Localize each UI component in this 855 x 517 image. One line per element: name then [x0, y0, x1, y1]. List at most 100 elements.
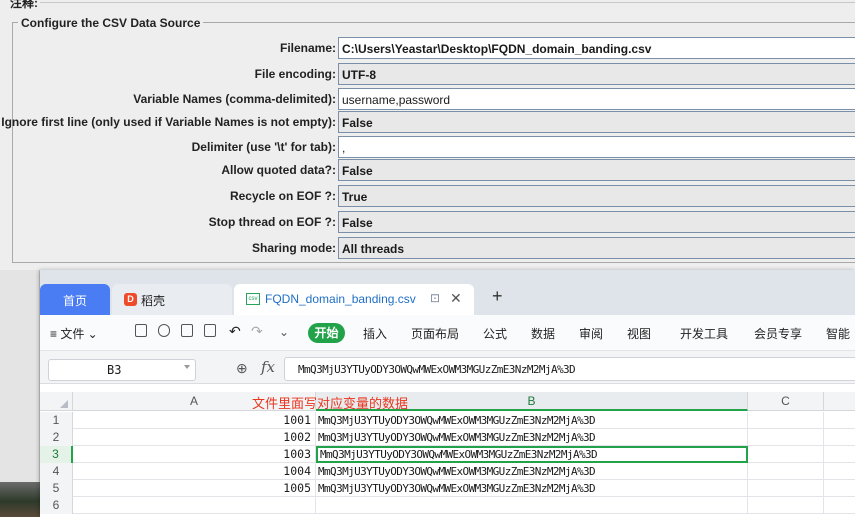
cell-c[interactable]: [748, 480, 824, 497]
ribbon-tab-insert[interactable]: 插入: [363, 325, 387, 342]
cell-c[interactable]: [748, 446, 824, 463]
cell-a[interactable]: 1005: [73, 480, 316, 497]
tab-home[interactable]: 首页: [40, 284, 110, 315]
cell-c[interactable]: [748, 429, 824, 446]
file-menu-button[interactable]: ≡ 文件 ⌄: [50, 325, 98, 342]
insert-function-icon[interactable]: fx: [261, 358, 275, 376]
document-tab-bar: 首页 D 稻壳 csv FQDN_domain_banding.csv ⊡ ✕ …: [40, 270, 855, 315]
recycle-on-eof-label: Recycle on EOF ?:: [229, 189, 336, 203]
cell-b[interactable]: MmQ3MjU3YTUyODY3OWQwMWExOWM3MGUzZmE3NzM2…: [316, 480, 748, 497]
variable-names-input[interactable]: username,password: [338, 88, 855, 110]
formula-input[interactable]: MmQ3MjU3YTUyODY3OWQwMWExOWM3MGUzZmE3NzM2…: [284, 357, 855, 381]
cell-b[interactable]: MmQ3MjU3YTUyODY3OWQwMWExOWM3MGUzZmE3NzM2…: [316, 412, 748, 429]
select-all-triangle-icon: [60, 400, 68, 408]
ribbon-tab-formulas[interactable]: 公式: [483, 325, 507, 342]
cell-b[interactable]: MmQ3MjU3YTUyODY3OWQwMWExOWM3MGUzZmE3NzM2…: [316, 463, 748, 480]
ribbon-tab-review[interactable]: 审阅: [579, 325, 603, 342]
quick-access-more-icon[interactable]: ⌄: [279, 325, 289, 339]
row-header[interactable]: 5: [40, 480, 73, 497]
column-header-row: A B C 文件里面写对应变量的数据: [40, 392, 855, 412]
filename-label: Filename:: [279, 41, 336, 55]
file-encoding-select[interactable]: UTF-8: [338, 63, 855, 85]
ignore-first-line-select[interactable]: False: [338, 111, 855, 133]
ignore-first-line-label: Ignore first line (only used if Variable…: [1, 115, 336, 129]
ribbon-tab-view[interactable]: 视图: [627, 325, 651, 342]
sharing-mode-label: Sharing mode:: [251, 241, 336, 255]
cell-a[interactable]: [73, 497, 316, 514]
row-header[interactable]: 4: [40, 463, 73, 480]
ribbon-tab-page-layout[interactable]: 页面布局: [411, 325, 459, 342]
stop-thread-on-eof-select[interactable]: False: [338, 211, 855, 233]
cell-b-active[interactable]: MmQ3MjU3YTUyODY3OWQwMWExOWM3MGUzZmE3NzM2…: [316, 446, 748, 463]
cell-a[interactable]: 1001: [73, 412, 316, 429]
close-tab-icon[interactable]: ✕: [450, 290, 462, 307]
cell-c[interactable]: [748, 497, 824, 514]
file-encoding-label: File encoding:: [254, 67, 336, 81]
delimiter-label: Delimiter (use '\t' for tab):: [191, 140, 336, 154]
csv-file-icon: csv: [246, 293, 260, 305]
select-all-corner[interactable]: [40, 392, 73, 411]
print-preview-icon[interactable]: [204, 324, 216, 337]
desktop-wallpaper-fragment: [0, 482, 40, 517]
section-title: Configure the CSV Data Source: [18, 16, 204, 30]
table-row: 2 1002 MmQ3MjU3YTUyODY3OWQwMWExOWM3MGUzZ…: [40, 429, 855, 446]
allow-quoted-data-label: Allow quoted data?:: [221, 163, 336, 177]
sheet-grid: A B C 文件里面写对应变量的数据 1 1001 MmQ3MjU3YTUyOD…: [40, 392, 855, 517]
file-encoding-row: File encoding: UTF-8: [13, 62, 855, 86]
formula-bar: B3 ⊕ fx MmQ3MjU3YTUyODY3OWQwMWExOWM3MGUz…: [40, 351, 855, 384]
redo-icon[interactable]: ↷: [251, 323, 263, 340]
tab-daoke[interactable]: D 稻壳: [112, 284, 232, 315]
format-painter-icon[interactable]: [158, 324, 170, 337]
cell-c[interactable]: [748, 412, 824, 429]
ribbon-tab-data[interactable]: 数据: [531, 325, 555, 342]
ribbon-tab-developer[interactable]: 开发工具: [680, 325, 728, 342]
filename-row: Filename: C:\Users\Yeastar\Desktop\FQDN_…: [13, 36, 855, 60]
table-row: 6: [40, 497, 855, 514]
ribbon-tab-smart[interactable]: 智能: [826, 325, 850, 342]
ribbon-tab-start[interactable]: 开始: [308, 323, 345, 343]
table-row: 1 1001 MmQ3MjU3YTUyODY3OWQwMWExOWM3MGUzZ…: [40, 412, 855, 429]
recycle-on-eof-row: Recycle on EOF ?: True: [13, 184, 855, 208]
new-tab-button[interactable]: +: [492, 286, 503, 307]
delimiter-input[interactable]: ,: [338, 136, 855, 158]
print-icon[interactable]: [181, 324, 193, 337]
row-header[interactable]: 2: [40, 429, 73, 446]
comments-label: 注释:: [10, 0, 38, 10]
ribbon-tab-member[interactable]: 会员专享: [754, 325, 802, 342]
table-row: 4 1004 MmQ3MjU3YTUyODY3OWQwMWExOWM3MGUzZ…: [40, 463, 855, 480]
comments-field[interactable]: [40, 2, 855, 3]
cell-a[interactable]: 1004: [73, 463, 316, 480]
row-header[interactable]: 3: [40, 446, 73, 463]
stop-thread-on-eof-row: Stop thread on EOF ?: False: [13, 210, 855, 234]
cell-a[interactable]: 1003: [73, 446, 316, 463]
filename-input[interactable]: C:\Users\Yeastar\Desktop\FQDN_domain_ban…: [338, 37, 855, 59]
tab-csv-file[interactable]: csv FQDN_domain_banding.csv ⊡ ✕: [234, 284, 474, 315]
variable-names-row: Variable Names (comma-delimited): userna…: [13, 87, 855, 111]
cell-reference: B3: [107, 363, 122, 377]
cell-b[interactable]: MmQ3MjU3YTUyODY3OWQwMWExOWM3MGUzZmE3NzM2…: [316, 429, 748, 446]
pin-tab-icon[interactable]: ⊡: [430, 291, 440, 305]
allow-quoted-data-row: Allow quoted data?: False: [13, 158, 855, 182]
daoke-logo-icon: D: [124, 293, 137, 306]
annotation-note: 文件里面写对应变量的数据: [252, 397, 409, 412]
stop-thread-on-eof-label: Stop thread on EOF ?:: [208, 215, 336, 229]
cell-c[interactable]: [748, 463, 824, 480]
cell-a[interactable]: 1002: [73, 429, 316, 446]
background-window-edge: [0, 270, 40, 517]
undo-icon[interactable]: ↶: [229, 323, 241, 340]
save-icon[interactable]: [135, 324, 147, 337]
recycle-on-eof-select[interactable]: True: [338, 185, 855, 207]
wps-spreadsheet-window: 首页 D 稻壳 csv FQDN_domain_banding.csv ⊡ ✕ …: [40, 270, 855, 517]
allow-quoted-data-select[interactable]: False: [338, 159, 855, 181]
variable-names-label: Variable Names (comma-delimited):: [133, 92, 336, 106]
row-header[interactable]: 6: [40, 497, 73, 514]
sharing-mode-select[interactable]: All threads: [338, 237, 855, 259]
column-header-c[interactable]: C: [748, 392, 824, 411]
sharing-mode-row: Sharing mode: All threads: [13, 236, 855, 260]
tab-home-label: 首页: [63, 294, 88, 308]
zoom-icon[interactable]: ⊕: [236, 360, 248, 377]
cell-b[interactable]: [316, 497, 748, 514]
tab-csv-file-label: FQDN_domain_banding.csv: [265, 292, 416, 306]
name-box[interactable]: B3: [48, 359, 196, 381]
row-header[interactable]: 1: [40, 412, 73, 429]
